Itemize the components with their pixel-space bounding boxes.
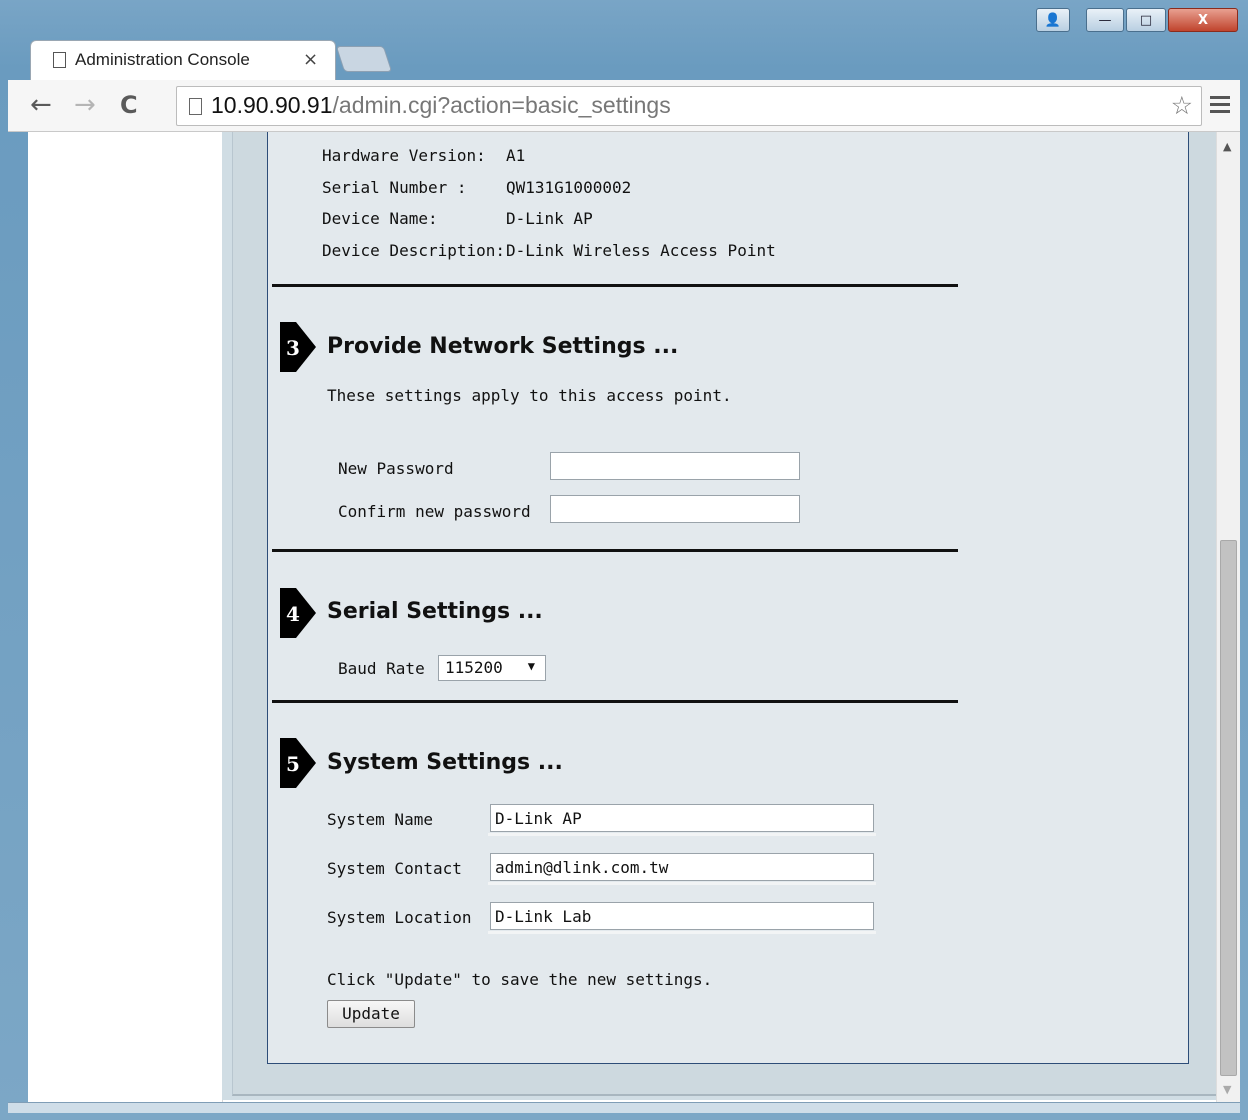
system-name-field[interactable] (490, 804, 874, 832)
svg-text:4: 4 (286, 602, 300, 626)
step-3-badge: 3 (280, 322, 316, 372)
vertical-scrollbar[interactable]: ▲ ▼ (1216, 132, 1240, 1102)
content-frame: Hardware Version: A1 Serial Number : QW1… (222, 132, 1218, 1100)
url-path: /admin.cgi?action=basic_settings (332, 92, 671, 118)
svg-text:3: 3 (286, 336, 300, 360)
star-icon[interactable]: ☆ (1171, 91, 1193, 120)
reload-icon[interactable]: C (120, 90, 138, 120)
section-divider (272, 700, 958, 703)
info-value: QW131G1000002 (506, 178, 632, 197)
info-label: Device Description: (322, 241, 506, 260)
info-label: Hardware Version: (322, 146, 486, 165)
section-divider (272, 549, 958, 552)
system-settings-title: System Settings ... (327, 750, 563, 775)
info-label: Serial Number : (322, 178, 467, 197)
menu-icon[interactable] (1210, 96, 1230, 117)
scroll-down-arrow-icon[interactable]: ▼ (1223, 1083, 1231, 1096)
new-password-label: New Password (338, 459, 454, 478)
dropdown-arrow-icon: ▼ (527, 659, 535, 673)
system-name-label: System Name (327, 810, 433, 829)
page-icon (189, 98, 202, 115)
minimize-button[interactable]: — (1086, 8, 1124, 32)
svg-text:5: 5 (286, 752, 300, 776)
address-bar[interactable]: 10.90.90.91/admin.cgi?action=basic_setti… (176, 86, 1202, 126)
tab-title: Administration Console (75, 50, 250, 69)
confirm-password-field[interactable] (550, 495, 800, 523)
step-4-badge: 4 (280, 588, 316, 638)
info-value: D-Link AP (506, 209, 593, 228)
page-viewport: Hardware Version: A1 Serial Number : QW1… (28, 132, 1218, 1102)
url-text: 10.90.90.91/admin.cgi?action=basic_setti… (211, 92, 671, 119)
scroll-up-arrow-icon[interactable]: ▲ (1223, 140, 1231, 153)
browser-toolbar: ← → C 10.90.90.91/admin.cgi?action=basic… (8, 80, 1240, 132)
page-icon (53, 52, 66, 68)
tab-administration-console[interactable]: Administration Console × (30, 40, 336, 80)
section-divider (272, 284, 958, 287)
forward-arrow-icon[interactable]: → (74, 90, 96, 120)
maximize-button[interactable]: □ (1126, 8, 1166, 32)
new-password-field[interactable] (550, 452, 800, 480)
baud-rate-select[interactable]: 115200 ▼ (438, 655, 546, 681)
confirm-password-label: Confirm new password (338, 502, 531, 521)
step-5-badge: 5 (280, 738, 316, 788)
update-button[interactable]: Update (327, 1000, 415, 1028)
scrollbar-thumb[interactable] (1220, 540, 1237, 1076)
update-note: Click "Update" to save the new settings. (327, 970, 713, 989)
window-bottom-edge (8, 1102, 1240, 1113)
info-value: A1 (506, 146, 526, 165)
browser-window: 👤 — □ X Administration Console × ← → C 1… (0, 0, 1248, 1120)
system-location-field[interactable] (490, 902, 874, 930)
system-contact-field[interactable] (490, 853, 874, 881)
info-label: Device Name: (322, 209, 438, 228)
user-profile-button[interactable]: 👤 (1036, 8, 1070, 32)
baud-rate-label: Baud Rate (338, 659, 425, 678)
close-window-button[interactable]: X (1168, 8, 1238, 32)
new-tab-button[interactable] (335, 46, 393, 72)
system-contact-label: System Contact (327, 859, 462, 878)
network-settings-title: Provide Network Settings ... (327, 334, 679, 359)
tab-close-icon[interactable]: × (303, 49, 318, 70)
serial-settings-title: Serial Settings ... (327, 599, 543, 624)
system-location-label: System Location (327, 908, 472, 927)
back-arrow-icon[interactable]: ← (30, 90, 52, 120)
left-navigation-frame (28, 132, 223, 1102)
info-value: D-Link Wireless Access Point (506, 241, 776, 260)
url-host: 10.90.90.91 (211, 92, 333, 118)
settings-panel: Hardware Version: A1 Serial Number : QW1… (267, 132, 1189, 1064)
network-settings-note: These settings apply to this access poin… (327, 386, 732, 405)
baud-rate-value: 115200 (445, 658, 503, 677)
